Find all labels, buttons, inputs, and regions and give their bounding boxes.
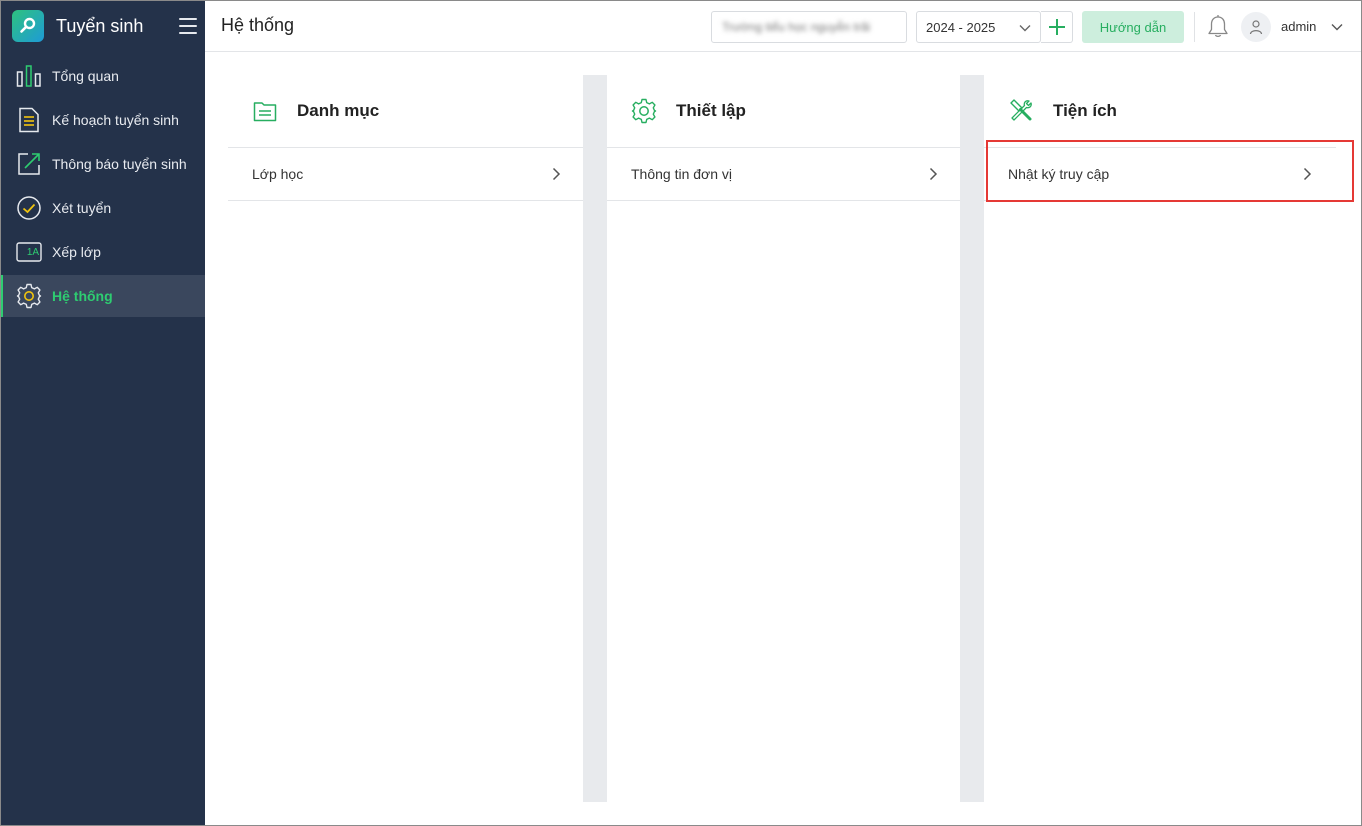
hamburger-menu-icon[interactable] bbox=[179, 18, 197, 34]
sidebar-item-he-thong[interactable]: Hệ thống bbox=[0, 275, 205, 317]
column-divider bbox=[960, 75, 984, 802]
notification-bell-icon[interactable] bbox=[1205, 14, 1231, 40]
chevron-right-icon bbox=[1302, 167, 1312, 184]
chevron-right-icon bbox=[551, 167, 561, 184]
sidebar-item-label: Thông báo tuyển sinh bbox=[52, 156, 187, 172]
menu-row-label: Thông tin đơn vị bbox=[631, 166, 733, 182]
column-header: Thiết lập bbox=[607, 75, 960, 148]
user-icon bbox=[1249, 20, 1263, 35]
top-header: Hệ thống Trường tiểu học nguyễn trãi 202… bbox=[205, 0, 1362, 52]
sidebar-item-thong-bao[interactable]: Thông báo tuyển sinh bbox=[0, 143, 205, 185]
system-content: Danh mục Lớp học Thiết lập Thông tin đơn… bbox=[228, 75, 1336, 802]
sidebar-item-label: Kế hoạch tuyển sinh bbox=[52, 112, 179, 128]
class-1a-icon: 1A bbox=[16, 239, 42, 265]
column-title: Danh mục bbox=[297, 101, 380, 120]
sidebar: Tuyển sinh Tổng quan Kế hoạch tuyển sinh… bbox=[0, 0, 205, 826]
column-title: Tiện ích bbox=[1053, 101, 1117, 120]
sidebar-item-xet-tuyen[interactable]: Xét tuyển bbox=[0, 187, 205, 229]
sidebar-item-label: Hệ thống bbox=[52, 288, 113, 304]
column-thiet-lap: Thiết lập Thông tin đơn vị bbox=[607, 75, 960, 802]
page-title: Hệ thống bbox=[221, 15, 295, 35]
column-tien-ich: Tiện ích Nhật ký truy cập bbox=[984, 75, 1336, 802]
gear-icon bbox=[631, 98, 657, 124]
school-year-select[interactable]: 2024 - 2025 bbox=[916, 11, 1041, 43]
tools-icon bbox=[1008, 98, 1034, 124]
sidebar-item-label: Tổng quan bbox=[52, 68, 119, 84]
menu-row-thong-tin-don-vi[interactable]: Thông tin đơn vị bbox=[607, 148, 960, 201]
chevron-right-icon bbox=[928, 167, 938, 184]
app-logo-icon bbox=[12, 10, 44, 42]
chevron-down-icon[interactable] bbox=[1330, 20, 1344, 39]
add-year-button[interactable] bbox=[1041, 11, 1073, 43]
class-badge-text: 1A bbox=[26, 246, 40, 258]
plus-icon bbox=[1048, 19, 1065, 35]
menu-row-lop-hoc[interactable]: Lớp học bbox=[228, 148, 583, 201]
document-icon bbox=[16, 107, 42, 133]
column-divider bbox=[583, 75, 607, 802]
sidebar-nav: Tổng quan Kế hoạch tuyển sinh Thông báo … bbox=[0, 55, 205, 317]
school-year-value: 2024 - 2025 bbox=[926, 19, 996, 35]
sidebar-item-tong-quan[interactable]: Tổng quan bbox=[0, 55, 205, 97]
column-title: Thiết lập bbox=[676, 101, 746, 120]
unit-selector[interactable]: Trường tiểu học nguyễn trãi bbox=[711, 11, 907, 43]
menu-row-nhat-ky-truy-cap[interactable]: Nhật ký truy cập bbox=[984, 148, 1336, 201]
column-header: Danh mục bbox=[228, 75, 583, 148]
user-avatar[interactable] bbox=[1241, 12, 1271, 42]
app-title: Tuyển sinh bbox=[56, 15, 144, 36]
menu-row-label: Lớp học bbox=[252, 166, 304, 182]
check-circle-icon bbox=[16, 195, 42, 221]
external-link-icon bbox=[16, 151, 42, 177]
sidebar-item-xep-lop[interactable]: 1A Xếp lớp bbox=[0, 231, 205, 273]
sidebar-item-ke-hoach[interactable]: Kế hoạch tuyển sinh bbox=[0, 99, 205, 141]
folder-list-icon bbox=[252, 98, 278, 124]
chevron-down-icon bbox=[1018, 21, 1032, 38]
guide-button[interactable]: Hướng dẫn bbox=[1082, 11, 1184, 43]
user-name[interactable]: admin bbox=[1281, 19, 1316, 34]
header-divider bbox=[1194, 12, 1195, 42]
sidebar-item-label: Xét tuyển bbox=[52, 200, 112, 216]
unit-value: Trường tiểu học nguyễn trãi bbox=[722, 20, 871, 34]
column-danh-muc: Danh mục Lớp học bbox=[228, 75, 583, 802]
column-header: Tiện ích bbox=[984, 75, 1336, 148]
brand: Tuyển sinh bbox=[0, 0, 205, 52]
menu-row-label: Nhật ký truy cập bbox=[1008, 166, 1110, 182]
bar-chart-icon bbox=[16, 63, 42, 89]
sidebar-item-label: Xếp lớp bbox=[52, 244, 101, 260]
gear-icon bbox=[16, 283, 42, 309]
